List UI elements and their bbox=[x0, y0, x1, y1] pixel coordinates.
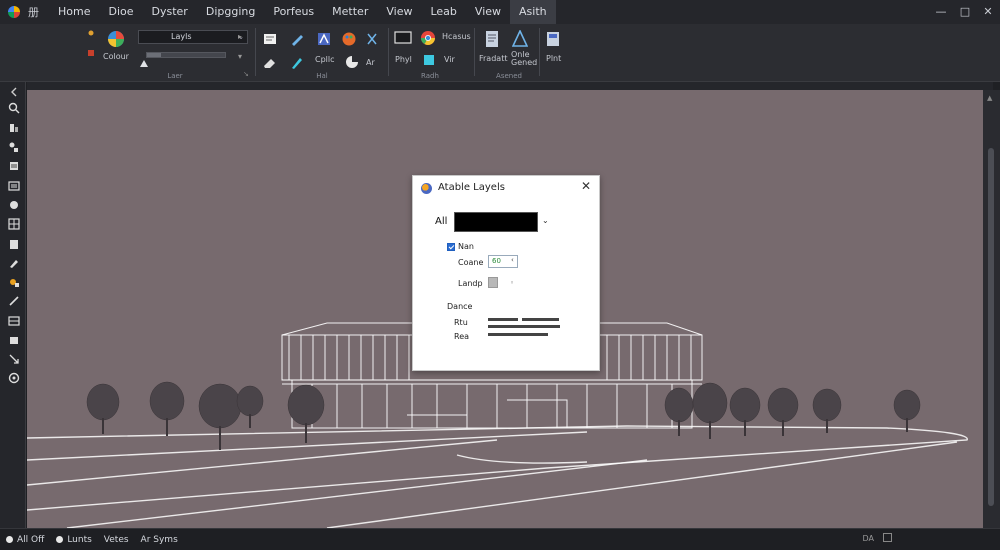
ribbon-group-radh: Radh bbox=[390, 26, 470, 80]
print-icon[interactable] bbox=[545, 30, 561, 48]
pin-icon[interactable] bbox=[86, 28, 96, 38]
menu-dioe[interactable]: Dioe bbox=[99, 0, 142, 24]
stack-icon[interactable] bbox=[8, 160, 20, 172]
collapse-icon[interactable] bbox=[8, 86, 20, 98]
brush-tool-icon[interactable] bbox=[8, 257, 20, 269]
menu-asith[interactable]: Asith bbox=[510, 0, 556, 24]
table-tool-icon[interactable] bbox=[8, 315, 20, 327]
status-bar: All Off Lunts Vetes Ar Syms DA bbox=[0, 528, 1000, 550]
ribbon-group-label: Laer bbox=[167, 72, 183, 80]
row1-bar-left bbox=[488, 318, 518, 321]
row1-bar-right bbox=[522, 318, 559, 321]
vertical-scrollbar[interactable]: ▲ bbox=[983, 90, 1000, 528]
ribbon-group-hal: Hal bbox=[258, 26, 386, 80]
menu-porfeus[interactable]: Porfeus bbox=[264, 0, 323, 24]
status-dot-icon bbox=[6, 536, 13, 543]
clipboard-icon[interactable] bbox=[8, 238, 20, 250]
status-right-text: DA bbox=[862, 534, 875, 543]
row2-bar bbox=[488, 333, 548, 336]
site-plan-lines bbox=[27, 425, 968, 528]
filter-dropdown[interactable] bbox=[454, 212, 538, 232]
color-tool-icon[interactable] bbox=[8, 276, 20, 288]
filter-label: All bbox=[435, 216, 448, 227]
arrow-tool-icon[interactable] bbox=[8, 353, 20, 365]
ribbon-group-layer: Laer bbox=[100, 26, 250, 80]
row-label-rtu: Rtu bbox=[454, 318, 468, 327]
select-icon[interactable] bbox=[8, 122, 20, 134]
menu-bar: 册 Home Dioe Dyster Dipgging Porfeus Mett… bbox=[0, 0, 1000, 24]
menu-view[interactable]: View bbox=[377, 0, 421, 24]
ribbon-separator bbox=[474, 28, 475, 76]
menu-home[interactable]: Home bbox=[49, 0, 99, 24]
chevron-down-icon[interactable]: ⌄ bbox=[542, 216, 549, 225]
ribbon: Colour Layls ⌄ ▸ ▾ Laer ↘ Cpllc Ar Hal H… bbox=[0, 24, 1000, 82]
status-ar-syms-label: Ar Syms bbox=[140, 534, 178, 545]
layer-checkbox[interactable] bbox=[447, 243, 455, 251]
measure-icon[interactable] bbox=[8, 295, 20, 307]
small-layer-icon[interactable] bbox=[86, 48, 96, 58]
menu-view-2[interactable]: View bbox=[466, 0, 510, 24]
linetype-swatch[interactable] bbox=[488, 277, 498, 288]
row1-bar-bottom bbox=[488, 325, 560, 328]
app-menu-glyph[interactable]: 册 bbox=[28, 4, 39, 20]
dialog-title: Atable Layels bbox=[438, 182, 505, 193]
dialog-app-icon bbox=[421, 183, 432, 194]
circle-tool-icon[interactable] bbox=[8, 199, 20, 211]
status-vetes-label: Vetes bbox=[103, 534, 129, 545]
app-logo-icon[interactable] bbox=[8, 6, 20, 18]
status-all-off[interactable]: All Off bbox=[0, 530, 50, 550]
status-ar-syms[interactable]: Ar Syms bbox=[135, 530, 184, 550]
layers-tool-icon[interactable] bbox=[8, 334, 20, 346]
status-lunts[interactable]: Lunts bbox=[50, 530, 97, 550]
dialog-close-button[interactable]: ✕ bbox=[579, 179, 593, 193]
color-label: Coane bbox=[458, 258, 484, 267]
ribbon-group-label: Hal bbox=[316, 72, 328, 80]
menu-metter[interactable]: Metter bbox=[323, 0, 377, 24]
ribbon-separator bbox=[255, 28, 256, 76]
ribbon-group-label: Asened bbox=[496, 72, 522, 80]
trees bbox=[86, 381, 921, 450]
ribbon-group-label: Radh bbox=[421, 72, 439, 80]
close-window-button[interactable]: ✕ bbox=[977, 0, 999, 24]
status-all-off-label: All Off bbox=[17, 534, 45, 545]
row-label-rea: Rea bbox=[454, 332, 470, 341]
linetype-label: Landp bbox=[458, 279, 483, 288]
checkbox-label: Nan bbox=[458, 242, 474, 251]
menu-dipgging[interactable]: Dipgging bbox=[197, 0, 264, 24]
ribbon-separator bbox=[539, 28, 540, 76]
menu-leab[interactable]: Leab bbox=[421, 0, 465, 24]
layers-dialog: Atable Layels ✕ All ⌄ Nan Coane 60 ‹ Lan… bbox=[412, 175, 600, 371]
viewport-frame bbox=[27, 82, 993, 90]
ribbon-separator bbox=[388, 28, 389, 76]
ribbon-group-asened: Asened bbox=[476, 26, 542, 80]
node-icon[interactable] bbox=[8, 141, 20, 153]
scroll-up-icon[interactable]: ▲ bbox=[987, 94, 992, 102]
linetype-value[interactable]: ◦ bbox=[510, 279, 514, 287]
status-lunts-label: Lunts bbox=[67, 534, 92, 545]
maximize-button[interactable]: □ bbox=[954, 0, 976, 24]
status-vetes[interactable]: Vetes bbox=[98, 530, 135, 550]
left-toolbar bbox=[0, 82, 26, 528]
minimize-button[interactable]: — bbox=[930, 0, 952, 24]
search-icon[interactable] bbox=[8, 102, 20, 114]
status-dot-icon bbox=[56, 536, 64, 543]
color-spin-icon[interactable]: ‹ bbox=[511, 256, 514, 264]
list-icon[interactable] bbox=[8, 180, 20, 192]
settings-icon[interactable] bbox=[8, 372, 20, 384]
status-right-box-icon[interactable] bbox=[883, 533, 892, 542]
section-label: Dance bbox=[447, 302, 473, 311]
menu-dyster[interactable]: Dyster bbox=[143, 0, 197, 24]
grid-icon[interactable] bbox=[8, 218, 20, 230]
scrollbar-thumb[interactable] bbox=[988, 148, 994, 506]
tool-label-plnt: Plnt bbox=[546, 54, 562, 63]
group-launcher-icon[interactable]: ↘ bbox=[243, 70, 249, 78]
